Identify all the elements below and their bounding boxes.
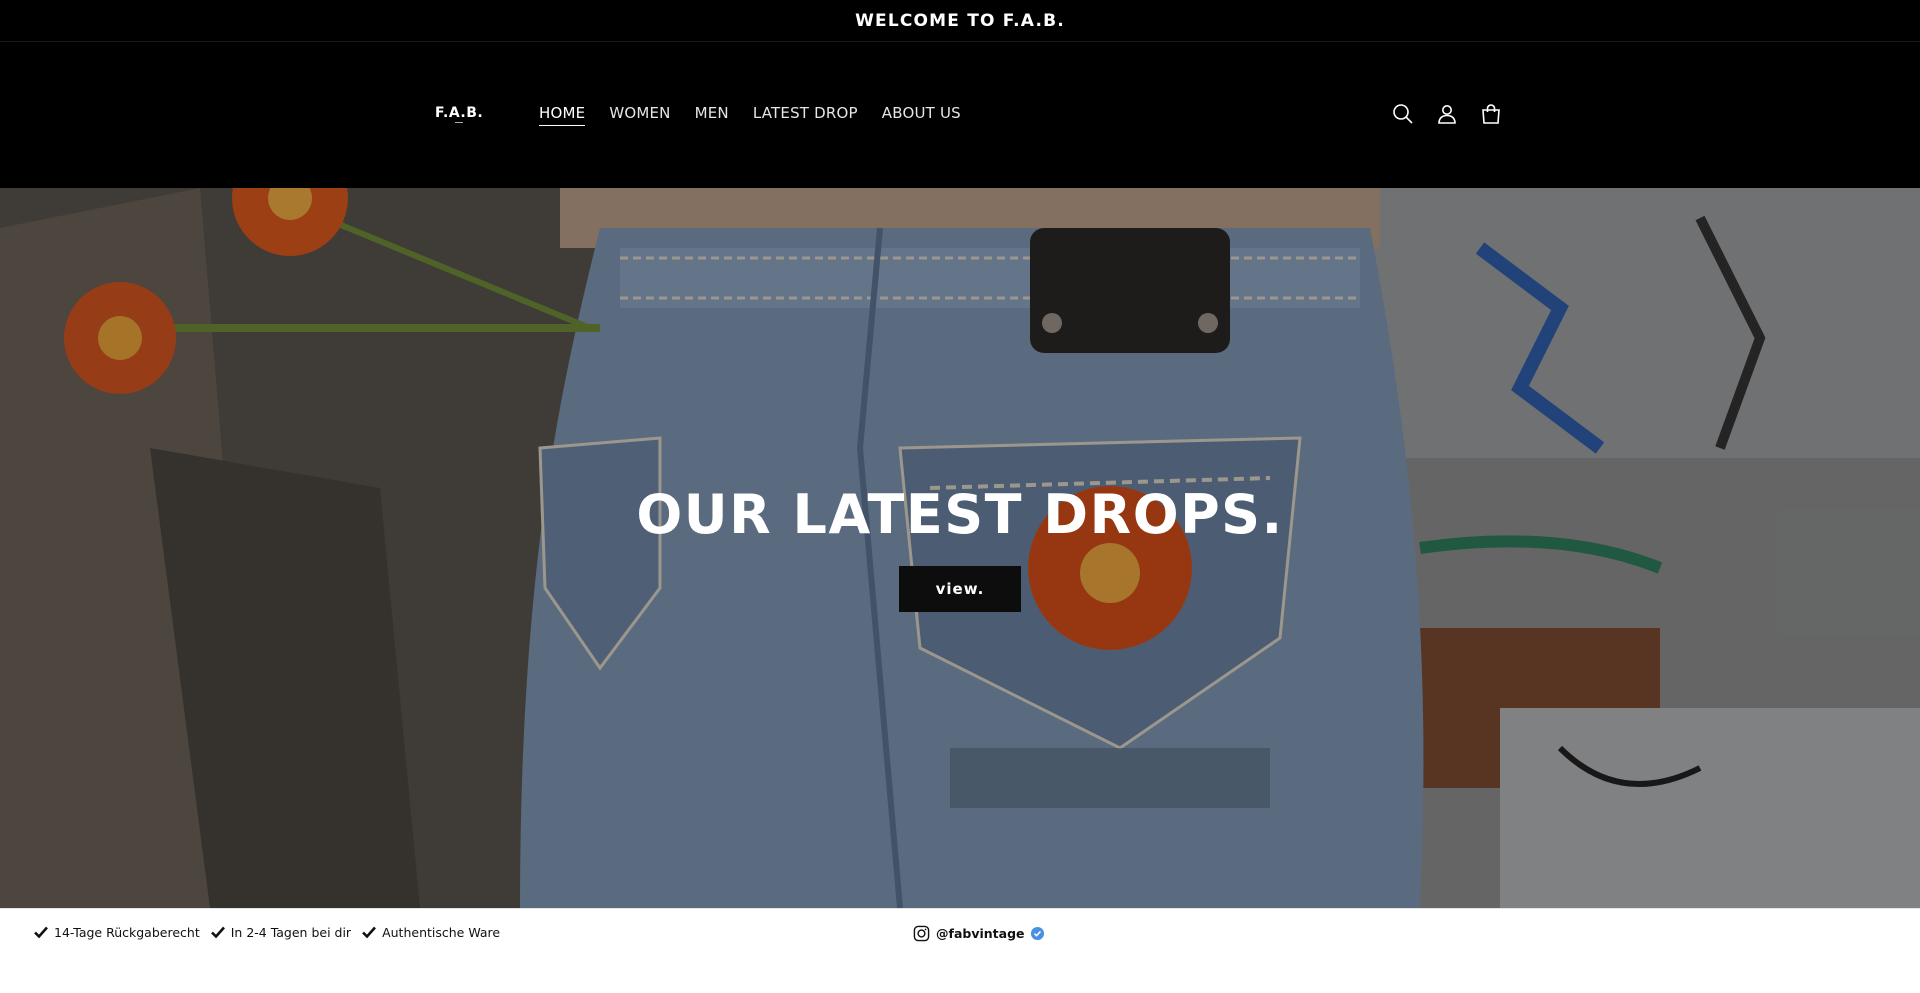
logo-underline xyxy=(455,122,464,123)
checkmark-icon xyxy=(362,926,377,939)
announcement-text: WELCOME TO F.A.B. xyxy=(855,10,1065,31)
checkmark-icon xyxy=(34,926,48,939)
announcement-bar: WELCOME TO F.A.B. xyxy=(0,0,1920,42)
main-nav: HOME WOMEN MEN LATEST DROP ABOUT US xyxy=(539,104,985,126)
nav-item-home[interactable]: HOME xyxy=(539,104,586,126)
instagram-handle: @fabvintage xyxy=(936,926,1025,941)
nav-item-about-us[interactable]: ABOUT US xyxy=(882,104,961,126)
logo[interactable]: F.A.B. xyxy=(435,106,483,128)
trust-item-label: In 2-4 Tagen bei dir xyxy=(230,924,352,940)
nav-item-women[interactable]: WOMEN xyxy=(609,104,670,126)
view-button[interactable]: view. xyxy=(899,566,1021,612)
instagram-link[interactable]: @fabvintage xyxy=(913,925,1045,942)
cart-button[interactable] xyxy=(1478,101,1504,127)
account-button[interactable] xyxy=(1434,101,1460,127)
trust-item: In 2-4 Tagen bei dir xyxy=(210,924,351,940)
nav-item-latest-drop[interactable]: LATEST DROP xyxy=(753,104,858,126)
account-icon xyxy=(1438,105,1456,124)
trust-item: Authentische Ware xyxy=(361,924,500,940)
trust-bar: 14-Tage Rückgaberecht In 2-4 Tagen bei d… xyxy=(0,908,1920,958)
nav-item-men[interactable]: MEN xyxy=(695,104,729,126)
header-icons xyxy=(1390,101,1504,127)
search-icon xyxy=(1393,104,1413,124)
trust-item-label: 14-Tage Rückgaberecht xyxy=(54,924,200,940)
trust-item-label: Authentische Ware xyxy=(382,924,501,940)
hero-heading: OUR LATEST DROPS. xyxy=(636,483,1284,546)
cart-icon xyxy=(1482,104,1500,124)
hero-banner: OUR LATEST DROPS. view. xyxy=(0,188,1920,908)
page-bottom-area xyxy=(0,958,1920,993)
hero-overlay xyxy=(0,188,1920,908)
search-button[interactable] xyxy=(1390,101,1416,127)
verified-badge-icon xyxy=(1030,926,1044,941)
logo-text: F.A.B. xyxy=(435,105,484,121)
trust-items: 14-Tage Rückgaberecht In 2-4 Tagen bei d… xyxy=(33,924,510,940)
checkmark-icon xyxy=(210,926,225,939)
instagram-icon xyxy=(913,925,930,942)
site-header: F.A.B. HOME WOMEN MEN LATEST DROP ABOUT … xyxy=(0,42,1920,188)
trust-item: 14-Tage Rückgaberecht xyxy=(33,924,200,940)
